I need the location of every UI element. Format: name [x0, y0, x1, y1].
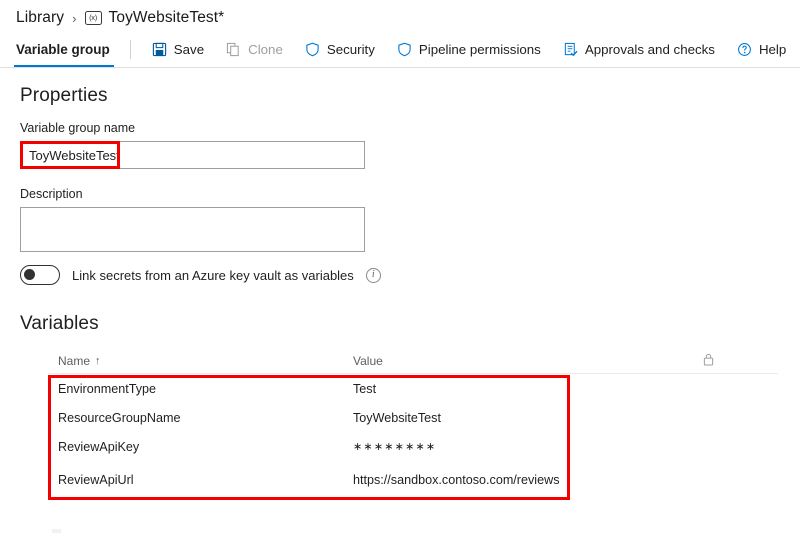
- security-button-label: Security: [326, 42, 375, 57]
- clone-icon: [226, 42, 241, 57]
- toggle-knob: [24, 269, 35, 280]
- table-row[interactable]: EnvironmentType Test: [48, 374, 778, 403]
- variable-group-name-input[interactable]: [20, 141, 365, 169]
- variables-section-title: Variables: [20, 313, 99, 334]
- save-icon: [152, 42, 167, 57]
- variable-value-cell: https://sandbox.contoso.com/reviews: [353, 473, 560, 487]
- description-label: Description: [20, 187, 83, 201]
- column-header-value[interactable]: Value: [353, 354, 698, 368]
- breadcrumb: Library › (x) ToyWebsiteTest*: [16, 6, 224, 30]
- clone-button-label: Clone: [248, 42, 283, 57]
- variable-name-cell: ResourceGroupName: [58, 410, 181, 425]
- tab-variable-group-label: Variable group: [16, 42, 110, 57]
- approvals-and-checks-button-label: Approvals and checks: [584, 42, 715, 57]
- add-variable-button-partial[interactable]: [52, 529, 61, 533]
- info-circle-icon[interactable]: i: [365, 267, 381, 283]
- properties-section-title: Properties: [20, 85, 108, 106]
- tab-variable-group[interactable]: Variable group: [0, 32, 124, 67]
- command-bar: Variable group Save Clone Security Pipel…: [0, 32, 800, 68]
- shield-icon: [397, 42, 412, 57]
- variable-name-cell: ReviewApiKey: [58, 439, 140, 454]
- command-bar-divider: [129, 40, 131, 59]
- variable-name-cell: EnvironmentType: [58, 381, 157, 396]
- breadcrumb-current-title: ToyWebsiteTest*: [108, 9, 225, 26]
- clone-button[interactable]: Clone: [215, 32, 294, 67]
- approvals-and-checks-button[interactable]: Approvals and checks: [552, 32, 726, 67]
- variables-table-header: Name ↑ Value: [48, 348, 778, 374]
- column-header-value-label: Value: [353, 353, 383, 368]
- variable-group-page: Library › (x) ToyWebsiteTest* Variable g…: [0, 0, 800, 536]
- pipeline-permissions-button[interactable]: Pipeline permissions: [386, 32, 552, 67]
- shield-icon: [305, 42, 320, 57]
- lock-icon: [703, 353, 714, 369]
- column-header-name-label: Name: [58, 353, 91, 368]
- column-header-name[interactable]: Name ↑: [48, 354, 353, 368]
- variable-group-name-label: Variable group name: [20, 121, 136, 135]
- checklist-icon: [563, 42, 578, 57]
- variables-table: Name ↑ Value EnvironmentType Test Resour…: [48, 348, 778, 499]
- pipeline-permissions-button-label: Pipeline permissions: [418, 42, 541, 57]
- table-row[interactable]: ResourceGroupName ToyWebsiteTest: [48, 403, 778, 432]
- variable-value-cell: ToyWebsiteTest: [353, 410, 441, 425]
- link-secrets-toggle-label: Link secrets from an Azure key vault as …: [72, 267, 354, 283]
- help-button-label: Help: [758, 42, 787, 57]
- breadcrumb-separator-icon: ›: [72, 10, 77, 26]
- sort-ascending-icon: ↑: [95, 354, 101, 367]
- variable-group-icon: (x): [84, 11, 102, 25]
- link-secrets-toggle[interactable]: [20, 265, 60, 285]
- save-button[interactable]: Save: [141, 32, 215, 67]
- keyvault-toggle-row: Link secrets from an Azure key vault as …: [20, 265, 381, 285]
- save-button-label: Save: [173, 42, 205, 57]
- variable-value-cell: Test: [353, 381, 377, 396]
- variable-name-cell: ReviewApiUrl: [58, 473, 134, 487]
- variable-value-cell-masked: ∗∗∗∗∗∗∗∗: [353, 441, 437, 453]
- help-button[interactable]: Help: [726, 32, 797, 67]
- description-textarea[interactable]: [20, 207, 365, 252]
- column-header-lock: [698, 353, 778, 369]
- help-circle-icon: [737, 42, 752, 57]
- security-button[interactable]: Security: [294, 32, 386, 67]
- breadcrumb-library-link[interactable]: Library: [16, 9, 64, 27]
- table-row[interactable]: ReviewApiUrl https://sandbox.contoso.com…: [48, 461, 778, 499]
- table-row[interactable]: ReviewApiKey ∗∗∗∗∗∗∗∗: [48, 432, 778, 461]
